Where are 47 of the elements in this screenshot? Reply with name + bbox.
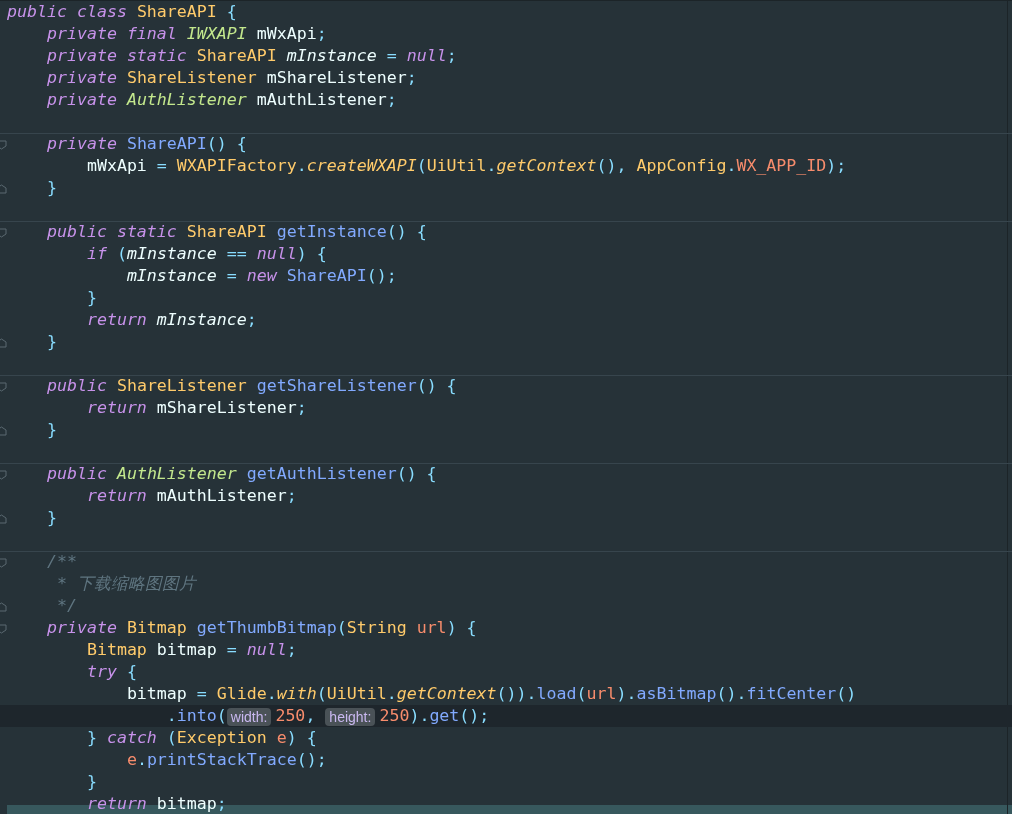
code-line: return bitmap; [85, 793, 227, 814]
code-line: private ShareAPI() { [45, 133, 247, 156]
code-text: 250).get(); [379, 705, 490, 728]
code-line: private static ShareAPI mInstance = null; [45, 45, 457, 68]
code-line: bitmap = Glide.with(UiUtil.getContext()).load(url).asBitmap().fitCenter() [125, 683, 857, 706]
fold-icon[interactable] [0, 601, 7, 612]
code-line: public ShareListener getShareListener() { [45, 375, 457, 398]
fold-icon[interactable] [0, 513, 7, 524]
code-line: } [85, 771, 97, 794]
parameter-hint: width: [226, 707, 272, 726]
code-line: */ [55, 595, 77, 618]
fold-icon[interactable] [0, 425, 7, 436]
code-line: } [45, 331, 57, 354]
code-line: e.printStackTrace(); [125, 749, 327, 772]
code-line: private AuthListener mAuthListener; [45, 89, 397, 112]
code-text: 250, [275, 705, 317, 728]
code-line: } [45, 419, 57, 442]
code-line: public AuthListener getAuthListener() { [45, 463, 437, 486]
code-line: if (mInstance == null) { [85, 243, 327, 266]
code-line: mInstance = new ShareAPI(); [125, 265, 397, 288]
code-line: private final IWXAPI mWxApi; [45, 23, 327, 46]
code-line: } [45, 507, 57, 530]
fold-icon[interactable] [0, 337, 7, 348]
code-line: Bitmap bitmap = null; [85, 639, 297, 662]
code-line: * 下载缩略图图片 [55, 573, 196, 596]
fold-icon[interactable] [0, 557, 7, 568]
fold-icon[interactable] [0, 623, 7, 634]
code-line: try { [85, 661, 137, 684]
code-line: return mShareListener; [85, 397, 307, 420]
fold-icon[interactable] [0, 227, 7, 238]
code-line: } catch (Exception e) { [85, 727, 317, 750]
fold-icon[interactable] [0, 139, 7, 150]
code-line: private Bitmap getThumbBitmap(String url) { [45, 617, 477, 640]
fold-icon[interactable] [0, 183, 7, 194]
code-line: return mInstance; [85, 309, 257, 332]
code-line: mWxApi = WXAPIFactory.createWXAPI(UiUtil.getContext(), AppConfig.WX_APP_ID); [85, 155, 847, 178]
parameter-hint: height: [325, 707, 376, 726]
code-text: .into( [165, 705, 227, 728]
code-line: /** [45, 551, 77, 574]
code-line: } [45, 177, 57, 200]
code-line: public static ShareAPI getInstance() { [45, 221, 427, 244]
fold-icon[interactable] [0, 381, 7, 392]
fold-icon[interactable] [0, 469, 7, 480]
code-line: private ShareListener mShareListener; [45, 67, 417, 90]
code-line: } [85, 287, 97, 310]
code-line: public class ShareAPI { [7, 1, 237, 24]
code-line: return mAuthListener; [85, 485, 297, 508]
